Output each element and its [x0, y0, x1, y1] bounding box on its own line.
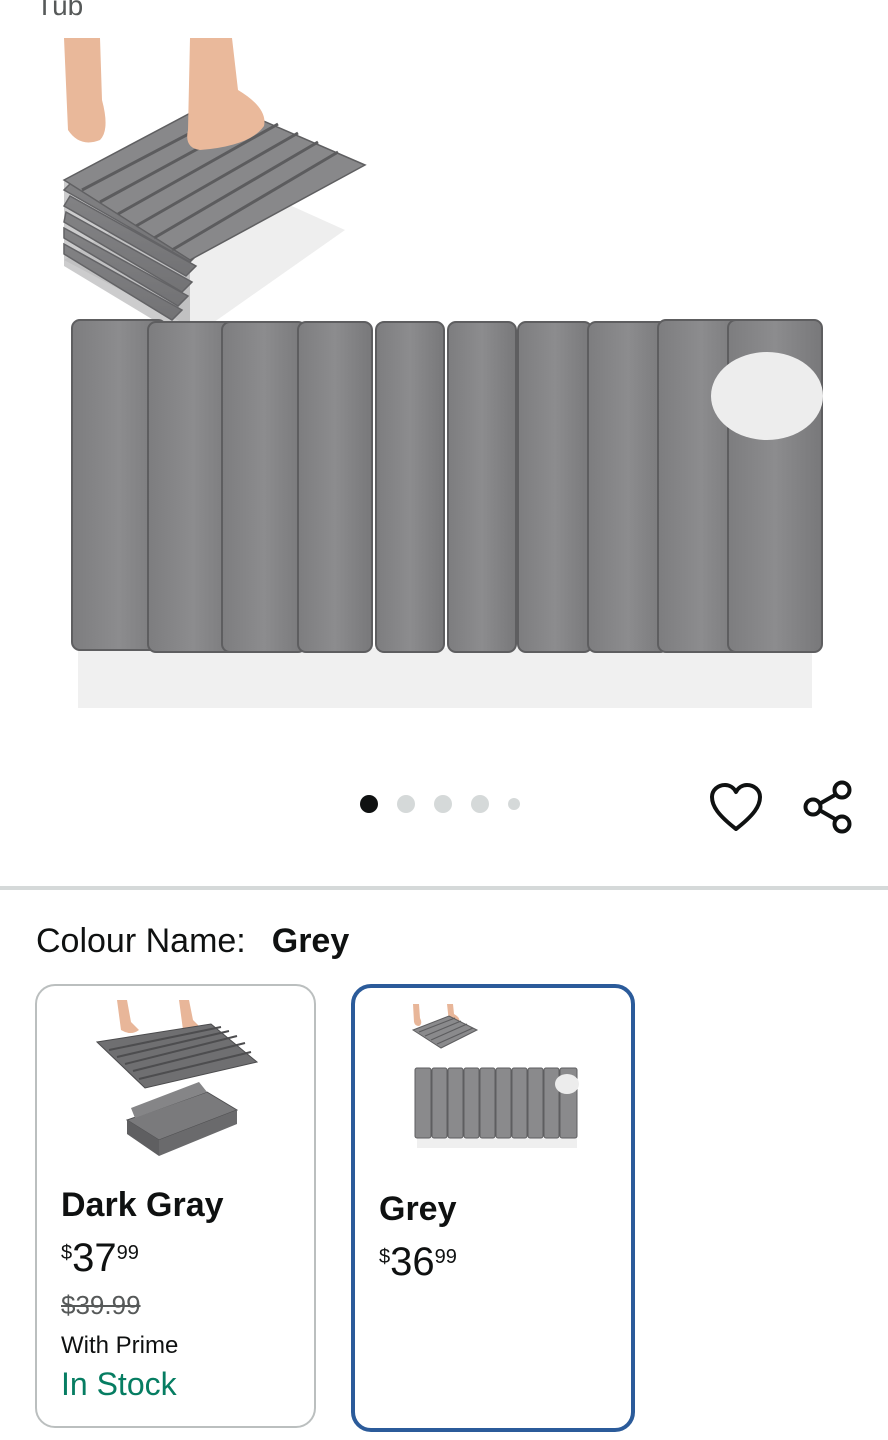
carousel-dot[interactable] [471, 795, 489, 813]
share-button[interactable] [800, 778, 856, 836]
option-name: Grey [379, 1190, 457, 1228]
option-price: $ 37 99 [61, 1236, 139, 1280]
carousel-dot[interactable] [397, 795, 415, 813]
carousel-dot[interactable] [360, 795, 378, 813]
grey-thumbnail [411, 1004, 579, 1148]
image-carousel-dots[interactable] [360, 795, 520, 813]
product-main-image[interactable] [0, 30, 888, 730]
colour-name-value: Grey [271, 922, 350, 960]
list-price: $39.99 [61, 1290, 141, 1320]
mat-slats [71, 319, 823, 708]
availability-status: In Stock [61, 1366, 177, 1402]
share-icon [803, 780, 852, 834]
product-title-fragment: Tub [36, 0, 84, 21]
prime-text: With Prime [61, 1332, 179, 1359]
bath-mat-image [62, 38, 823, 708]
colour-name-label: Colour Name: [36, 922, 246, 960]
colour-name-row: Colour Name: Grey [36, 922, 349, 961]
inset-feet-on-mat [62, 38, 367, 342]
colour-option-dark-gray[interactable]: Dark Gray $ 37 99 $39.99 With Prime In S… [35, 984, 316, 1428]
option-price: $ 36 99 [379, 1240, 457, 1284]
add-to-wishlist-button[interactable] [708, 782, 764, 834]
price-whole: 37 [72, 1236, 117, 1280]
price-fraction: 99 [434, 1246, 457, 1268]
option-name: Dark Gray [61, 1186, 224, 1224]
dark-gray-thumbnail [95, 1000, 259, 1156]
price-symbol: $ [379, 1246, 391, 1268]
colour-option-grey[interactable]: Grey $ 36 99 [351, 984, 635, 1432]
price-symbol: $ [61, 1242, 73, 1264]
heart-outline-icon [710, 783, 762, 831]
carousel-dot[interactable] [508, 798, 520, 810]
section-divider [0, 886, 888, 890]
price-whole: 36 [390, 1240, 435, 1284]
price-fraction: 99 [116, 1242, 139, 1264]
carousel-dot[interactable] [434, 795, 452, 813]
